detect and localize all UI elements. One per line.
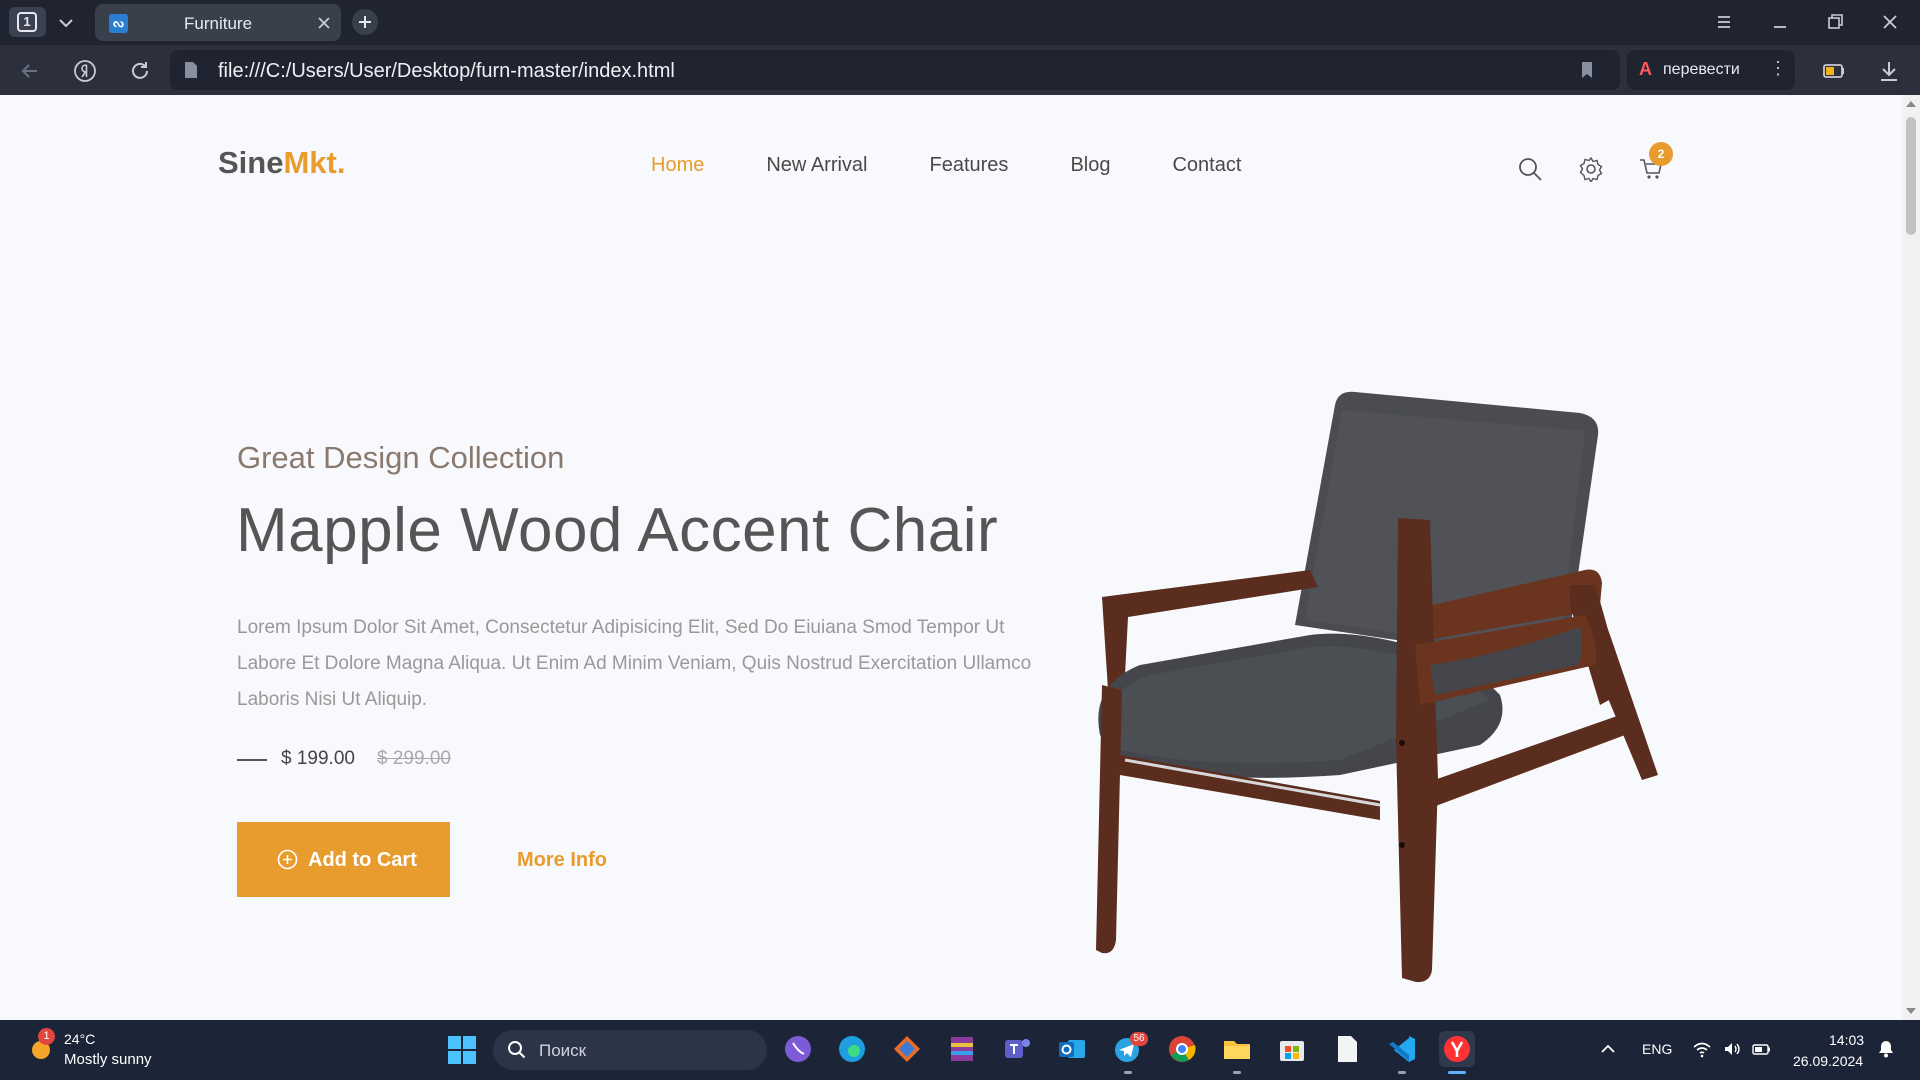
add-to-cart-label: Add to Cart xyxy=(308,849,417,871)
logo-main: Sine xyxy=(218,145,284,180)
notification-bell-icon[interactable] xyxy=(1876,1039,1896,1059)
nav-blog[interactable]: Blog xyxy=(1070,154,1110,177)
volume-icon[interactable] xyxy=(1722,1039,1742,1059)
weather-temperature: 24°C xyxy=(64,1031,96,1047)
add-to-cart-button[interactable]: Add to Cart xyxy=(237,822,450,897)
browser-address-bar: file:///C:/Users/User/Desktop/furn-maste… xyxy=(0,45,1920,95)
translate-label: перевести xyxy=(1663,61,1740,78)
page-scrollbar[interactable] xyxy=(1902,95,1920,1020)
tab-counter-button[interactable]: 1 xyxy=(9,7,46,37)
clock-time[interactable]: 14:03 xyxy=(1829,1032,1864,1048)
input-language[interactable]: ENG xyxy=(1642,1041,1672,1057)
yandex-browser-icon[interactable] xyxy=(1439,1031,1475,1067)
running-indicator xyxy=(1124,1071,1132,1074)
weather-description: Mostly sunny xyxy=(64,1051,152,1068)
minimize-icon[interactable] xyxy=(1768,10,1792,34)
nav-new-arrival[interactable]: New Arrival xyxy=(766,154,867,177)
running-indicator xyxy=(1233,1071,1241,1074)
wifi-icon[interactable] xyxy=(1692,1039,1712,1059)
scroll-down-arrow-icon[interactable] xyxy=(1906,1008,1916,1014)
tab-title: Furniture xyxy=(184,14,253,33)
new-tab-plus-icon[interactable] xyxy=(352,9,378,35)
notepad-file-icon[interactable] xyxy=(1329,1031,1365,1067)
tab-count: 1 xyxy=(17,12,37,32)
search-placeholder: Поиск xyxy=(539,1041,587,1060)
git-app-icon[interactable] xyxy=(889,1031,925,1067)
current-price: $ 199.00 xyxy=(281,748,355,769)
scrollbar-thumb[interactable] xyxy=(1906,117,1916,235)
windows-start-icon[interactable] xyxy=(447,1035,477,1065)
taskbar-search-box[interactable]: Поиск xyxy=(493,1030,767,1070)
active-app-indicator xyxy=(1448,1071,1466,1074)
price-divider xyxy=(237,759,267,761)
yandex-logo-icon[interactable] xyxy=(72,58,98,84)
cart-count-badge: 2 xyxy=(1649,142,1673,166)
main-nav: Home New Arrival Features Blog Contact xyxy=(651,154,1303,177)
site-logo[interactable]: SineMkt. xyxy=(218,145,345,181)
nav-home[interactable]: Home xyxy=(651,154,704,177)
microsoft-store-icon[interactable] xyxy=(1274,1031,1310,1067)
nav-contact[interactable]: Contact xyxy=(1172,154,1241,177)
translate-icon: A xyxy=(1639,59,1652,79)
weather-alert-badge: 1 xyxy=(38,1028,55,1045)
chair-product-image xyxy=(1096,391,1658,983)
chevron-down-icon[interactable] xyxy=(54,11,78,35)
file-explorer-icon[interactable] xyxy=(1219,1031,1255,1067)
chevron-up-icon[interactable] xyxy=(1598,1039,1618,1059)
chrome-icon[interactable] xyxy=(1164,1031,1200,1067)
viber-app-icon[interactable] xyxy=(780,1031,816,1067)
hero-title: Mapple Wood Accent Chair xyxy=(236,496,999,565)
reload-icon[interactable] xyxy=(127,58,153,84)
search-icon xyxy=(508,1041,526,1059)
old-price: $ 299.00 xyxy=(377,748,451,769)
clock-date[interactable]: 26.09.2024 xyxy=(1793,1053,1863,1069)
teams-icon[interactable] xyxy=(999,1031,1035,1067)
url-field[interactable]: file:///C:/Users/User/Desktop/furn-maste… xyxy=(170,50,1620,90)
outlook-icon[interactable] xyxy=(1054,1031,1090,1067)
search-icon[interactable] xyxy=(1517,156,1543,182)
restore-icon[interactable] xyxy=(1823,10,1847,34)
page-viewport: SineMkt. Home New Arrival Features Blog … xyxy=(0,95,1920,1020)
plus-circle-icon xyxy=(277,849,298,870)
more-info-link[interactable]: More Info xyxy=(517,849,607,872)
browser-menu-icon[interactable] xyxy=(1712,10,1736,34)
edge-browser-icon[interactable] xyxy=(834,1031,870,1067)
bookmark-icon[interactable] xyxy=(1576,59,1598,81)
gear-icon[interactable] xyxy=(1578,156,1604,182)
hero-subtitle: Great Design Collection xyxy=(237,440,565,475)
close-tab-icon[interactable] xyxy=(314,13,334,33)
battery-icon[interactable] xyxy=(1752,1039,1772,1059)
file-page-icon xyxy=(185,62,197,78)
nav-features[interactable]: Features xyxy=(930,154,1009,177)
telegram-unread-badge: 56 xyxy=(1130,1032,1148,1046)
download-icon[interactable] xyxy=(1876,58,1902,84)
more-vertical-icon[interactable]: ⋮ xyxy=(1769,58,1787,79)
browser-tab-bar: 1 ᔓ Furniture xyxy=(0,0,1920,45)
hero-description: Lorem Ipsum Dolor Sit Amet, Consectetur … xyxy=(237,617,1032,710)
close-window-icon[interactable] xyxy=(1878,10,1902,34)
browser-tab[interactable]: ᔓ Furniture xyxy=(95,4,341,41)
site-favicon-icon: ᔓ xyxy=(109,14,128,33)
battery-saver-icon[interactable] xyxy=(1821,58,1847,84)
back-arrow-icon[interactable] xyxy=(17,58,43,84)
vscode-icon[interactable] xyxy=(1384,1031,1420,1067)
logo-accent: Mkt. xyxy=(283,145,346,180)
url-text: file:///C:/Users/User/Desktop/furn-maste… xyxy=(218,60,675,82)
scroll-up-arrow-icon[interactable] xyxy=(1906,101,1916,107)
winrar-icon[interactable] xyxy=(944,1031,980,1067)
translate-button[interactable]: A перевести ⋮ xyxy=(1627,50,1795,90)
running-indicator xyxy=(1398,1071,1406,1074)
windows-taskbar: 1 24°C Mostly sunny Поиск 56 ENG 14:03 2… xyxy=(0,1020,1920,1080)
